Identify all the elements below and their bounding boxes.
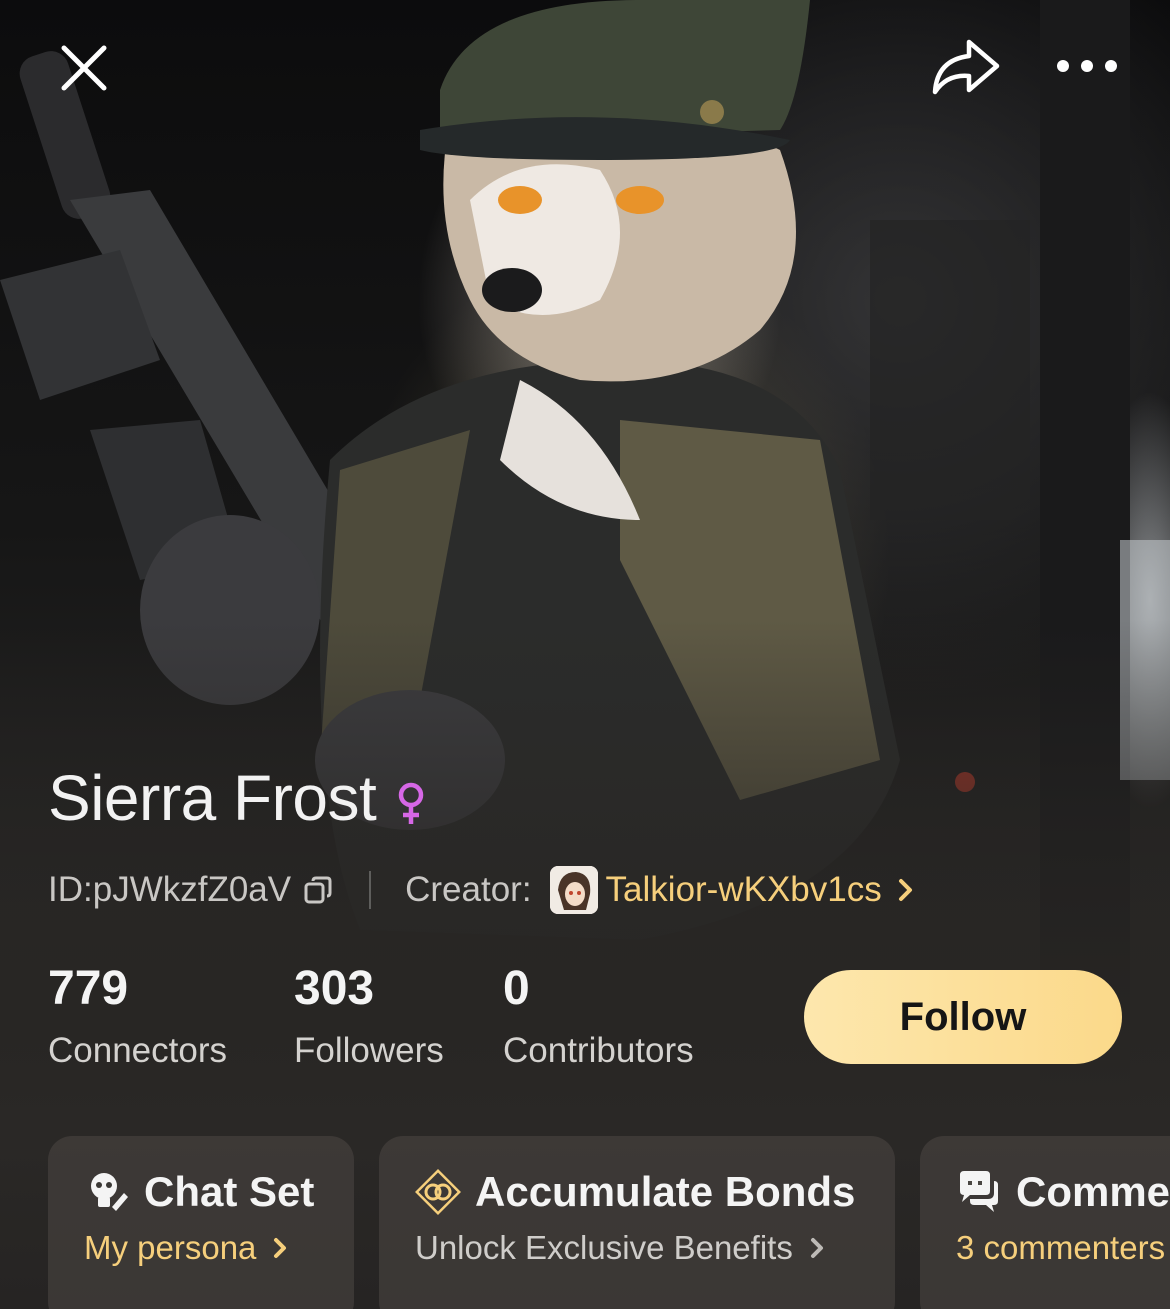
stat-label: Followers xyxy=(294,1031,444,1070)
chevron-right-icon[interactable] xyxy=(896,876,916,904)
close-button[interactable] xyxy=(48,32,120,104)
comments-title: Comme xyxy=(1016,1168,1170,1215)
share-button[interactable] xyxy=(926,30,1004,102)
character-id: ID:pJWkzfZ0aV xyxy=(48,870,292,909)
rings-icon xyxy=(415,1169,461,1215)
stat-label: Connectors xyxy=(48,1031,227,1070)
chat-set-card[interactable]: Chat Set My persona xyxy=(48,1136,354,1309)
close-icon xyxy=(61,45,107,91)
stat-value: 779 xyxy=(48,962,129,1015)
chat-bubbles-icon xyxy=(960,1171,998,1212)
bonds-title: Accumulate Bonds xyxy=(475,1168,856,1215)
creator-name-link[interactable]: Talkior-wKXbv1cs xyxy=(606,870,882,910)
persona-icon xyxy=(91,1173,128,1211)
creator-label: Creator: xyxy=(405,870,532,909)
hero-background xyxy=(0,0,1170,1309)
stat-value: 0 xyxy=(503,962,530,1015)
stat-connectors[interactable]: 779 Connectors xyxy=(48,958,227,1076)
chat-set-title-row: Chat Set xyxy=(84,1164,314,1220)
creator-avatar[interactable] xyxy=(549,866,598,914)
comments-subtitle: 3 commenters xyxy=(956,1229,1166,1266)
more-icon xyxy=(1057,60,1117,72)
chevron-right-icon xyxy=(810,1238,823,1258)
character-name-row: Sierra Frost xyxy=(48,758,426,838)
accumulate-bonds-card[interactable]: Accumulate Bonds Unlock Exclusive Benefi… xyxy=(379,1136,895,1309)
follow-button[interactable]: Follow xyxy=(804,970,1122,1064)
stat-followers[interactable]: 303 Followers xyxy=(294,958,444,1076)
chat-set-title: Chat Set xyxy=(144,1168,315,1215)
stat-contributors[interactable]: 0 Contributors xyxy=(503,958,694,1076)
top-bar xyxy=(0,0,1170,130)
stat-label: Contributors xyxy=(503,1031,694,1070)
more-options-button[interactable] xyxy=(1048,36,1126,96)
chat-set-subtitle-row: My persona xyxy=(84,1224,296,1272)
chevron-right-icon xyxy=(274,1238,287,1258)
feature-cards: Chat Set My persona Accumulate Bonds Unl… xyxy=(48,1136,1170,1309)
comments-title-row: Comme xyxy=(956,1164,1170,1220)
female-icon xyxy=(399,782,424,824)
creator-avatar-image xyxy=(549,866,598,914)
bonds-subtitle-row: Unlock Exclusive Benefits xyxy=(415,1224,833,1272)
comments-subtitle-row: 3 commenters xyxy=(956,1224,1165,1272)
comments-card[interactable]: Comme 3 commenters xyxy=(920,1136,1170,1309)
share-icon xyxy=(932,39,1000,95)
copy-icon[interactable] xyxy=(303,875,333,905)
meta-divider xyxy=(369,871,372,909)
character-meta-row: ID:pJWkzfZ0aV Creator: Talkior-wKXbv1cs xyxy=(48,862,916,918)
character-name: Sierra Frost xyxy=(48,762,377,834)
chat-set-subtitle: My persona xyxy=(84,1229,257,1266)
stat-value: 303 xyxy=(294,962,375,1015)
bonds-subtitle: Unlock Exclusive Benefits xyxy=(415,1229,793,1266)
bonds-title-row: Accumulate Bonds xyxy=(415,1164,855,1220)
